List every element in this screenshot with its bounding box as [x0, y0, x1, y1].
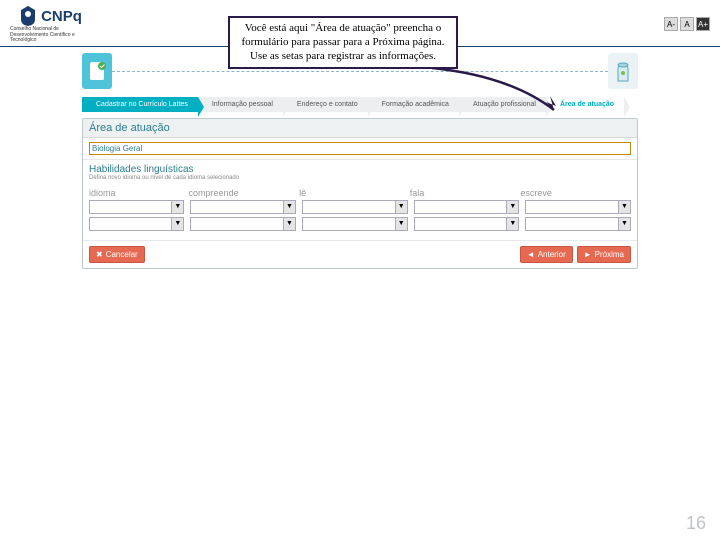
font-size-controls: A- A A+ — [664, 17, 710, 31]
idioma-select-2[interactable]: ▼ — [89, 217, 184, 231]
cnpq-subtitle: Conselho Nacional de Desenvolvimento Cie… — [10, 27, 90, 44]
wizard-start-icon — [82, 53, 112, 89]
languages-section-hint: Defina novo idioma ou nível de cada idio… — [83, 175, 637, 184]
wizard-end-icon — [608, 53, 638, 89]
chevron-down-icon: ▼ — [395, 201, 407, 213]
chevron-down-icon: ▼ — [506, 218, 518, 230]
cnpq-logo-text: CNPq — [41, 8, 82, 25]
le-select-1[interactable]: ▼ — [302, 200, 408, 214]
instruction-text: Você está aqui "Área de atuação" preench… — [241, 22, 444, 62]
step-endereco[interactable]: Endereço e contato — [283, 97, 368, 112]
step-info-pessoal[interactable]: Informação pessoal — [198, 97, 283, 112]
language-row: ▼ ▼ ▼ ▼ ▼ — [89, 217, 631, 231]
compreende-select-2[interactable]: ▼ — [190, 217, 296, 231]
page-number: 16 — [686, 513, 706, 534]
compreende-select-1[interactable]: ▼ — [190, 200, 296, 214]
fala-select-2[interactable]: ▼ — [414, 217, 520, 231]
callout-arrow — [430, 66, 560, 116]
font-reset-button[interactable]: A — [680, 17, 694, 31]
cancel-button[interactable]: ✖Cancelar — [89, 246, 145, 263]
language-row: ▼ ▼ ▼ ▼ ▼ — [89, 200, 631, 214]
arrow-left-icon: ◄ — [527, 250, 535, 259]
col-idioma: idioma — [89, 186, 189, 200]
instruction-callout: Você está aqui "Área de atuação" preench… — [228, 16, 458, 69]
escreve-select-2[interactable]: ▼ — [525, 217, 631, 231]
col-fala: fala — [410, 186, 521, 200]
close-icon: ✖ — [96, 250, 103, 259]
step-cadastrar[interactable]: Cadastrar no Currículo Lattes — [82, 97, 198, 112]
le-select-2[interactable]: ▼ — [302, 217, 408, 231]
chevron-down-icon: ▼ — [283, 201, 295, 213]
cnpq-logo-icon — [18, 5, 38, 27]
col-compreende: compreende — [189, 186, 300, 200]
languages-table: idioma compreende lê fala escreve ▼ ▼ ▼ … — [83, 184, 637, 240]
previous-button[interactable]: ◄Anterior — [520, 246, 573, 263]
arrow-right-icon: ► — [584, 250, 592, 259]
col-escreve: escreve — [520, 186, 631, 200]
chevron-down-icon: ▼ — [171, 218, 183, 230]
chevron-down-icon: ▼ — [618, 201, 630, 213]
cnpq-logo: CNPq Conselho Nacional de Desenvolviment… — [10, 5, 90, 44]
chevron-down-icon: ▼ — [283, 218, 295, 230]
idioma-select-1[interactable]: ▼ — [89, 200, 184, 214]
languages-section-title: Habilidades linguísticas — [83, 160, 637, 175]
font-increase-button[interactable]: A+ — [696, 17, 710, 31]
next-button[interactable]: ►Próxima — [577, 246, 631, 263]
font-decrease-button[interactable]: A- — [664, 17, 678, 31]
fala-select-1[interactable]: ▼ — [414, 200, 520, 214]
col-le: lê — [299, 186, 410, 200]
card-title: Área de atuação — [83, 119, 637, 138]
chevron-down-icon: ▼ — [395, 218, 407, 230]
form-card: Área de atuação Habilidades linguísticas… — [82, 118, 638, 269]
area-atuacao-input[interactable] — [89, 142, 631, 155]
chevron-down-icon: ▼ — [618, 218, 630, 230]
chevron-down-icon: ▼ — [171, 201, 183, 213]
chevron-down-icon: ▼ — [506, 201, 518, 213]
escreve-select-1[interactable]: ▼ — [525, 200, 631, 214]
